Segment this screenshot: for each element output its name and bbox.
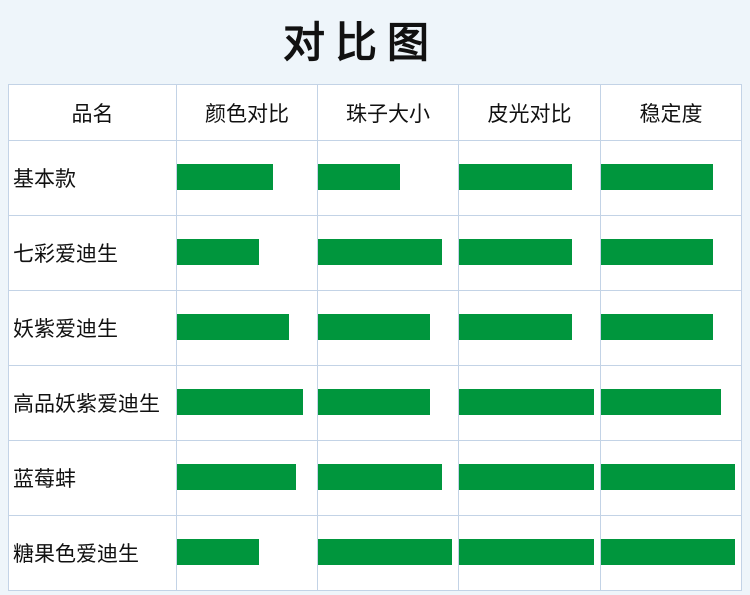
score-bar bbox=[318, 539, 452, 565]
column-header-stability: 稳定度 bbox=[600, 84, 742, 141]
row-label: 蓝莓蚌 bbox=[8, 440, 177, 516]
table-row: 高品妖紫爱迪生 bbox=[8, 365, 742, 441]
score-cell bbox=[176, 215, 318, 291]
column-header-color-contrast: 颜色对比 bbox=[176, 84, 318, 141]
score-cell bbox=[458, 365, 601, 441]
score-bar bbox=[601, 314, 713, 340]
column-header-luster-contrast: 皮光对比 bbox=[458, 84, 601, 141]
score-bar bbox=[177, 539, 259, 565]
score-bar bbox=[601, 539, 735, 565]
score-cell bbox=[176, 140, 318, 216]
table-row: 基本款 bbox=[8, 140, 742, 216]
score-cell bbox=[458, 290, 601, 366]
header-row: 品名 颜色对比 珠子大小 皮光对比 稳定度 bbox=[8, 84, 742, 141]
score-cell bbox=[600, 365, 742, 441]
score-bar bbox=[318, 164, 400, 190]
score-cell bbox=[458, 515, 601, 591]
score-bar bbox=[177, 389, 303, 415]
score-cell bbox=[458, 440, 601, 516]
score-cell bbox=[317, 365, 459, 441]
score-bar bbox=[318, 389, 430, 415]
score-bar bbox=[601, 389, 721, 415]
score-cell bbox=[317, 515, 459, 591]
comparison-chart: 对比图 品名 颜色对比 珠子大小 皮光对比 稳定度 基本款 七彩爱迪生 妖紫爱迪生高… bbox=[0, 0, 750, 595]
comparison-table: 品名 颜色对比 珠子大小 皮光对比 稳定度 基本款 七彩爱迪生 妖紫爱迪生 高品妖紫爱… bbox=[8, 84, 742, 591]
score-cell bbox=[600, 290, 742, 366]
row-label: 糖果色爱迪生 bbox=[8, 515, 177, 591]
table-row: 糖果色爱迪生 bbox=[8, 515, 742, 591]
score-cell bbox=[176, 515, 318, 591]
score-cell bbox=[600, 140, 742, 216]
score-bar bbox=[459, 314, 572, 340]
table-row: 七彩爱迪生 bbox=[8, 215, 742, 291]
score-cell bbox=[317, 215, 459, 291]
score-bar bbox=[601, 464, 735, 490]
score-cell bbox=[600, 515, 742, 591]
score-bar bbox=[459, 464, 594, 490]
score-cell bbox=[317, 290, 459, 366]
score-cell bbox=[600, 215, 742, 291]
score-bar bbox=[318, 464, 442, 490]
score-bar bbox=[318, 314, 430, 340]
row-label: 妖紫爱迪生 bbox=[8, 290, 177, 366]
score-cell bbox=[600, 440, 742, 516]
score-bar bbox=[318, 239, 442, 265]
score-bar bbox=[601, 239, 713, 265]
chart-title: 对比图 bbox=[282, 18, 439, 67]
row-label: 七彩爱迪生 bbox=[8, 215, 177, 291]
score-bar bbox=[177, 314, 289, 340]
table-row: 妖紫爱迪生 bbox=[8, 290, 742, 366]
row-label: 高品妖紫爱迪生 bbox=[8, 365, 177, 441]
score-cell bbox=[176, 290, 318, 366]
score-cell bbox=[458, 215, 601, 291]
column-header-product-name: 品名 bbox=[8, 84, 177, 141]
score-bar bbox=[177, 239, 259, 265]
score-bar bbox=[601, 164, 713, 190]
score-bar bbox=[459, 389, 594, 415]
row-label: 基本款 bbox=[8, 140, 177, 216]
column-header-bead-size: 珠子大小 bbox=[317, 84, 459, 141]
score-cell bbox=[317, 440, 459, 516]
score-bar bbox=[177, 464, 296, 490]
score-bar bbox=[459, 539, 594, 565]
score-bar bbox=[459, 164, 572, 190]
score-cell bbox=[176, 440, 318, 516]
score-cell bbox=[458, 140, 601, 216]
score-bar bbox=[459, 239, 572, 265]
table-row: 蓝莓蚌 bbox=[8, 440, 742, 516]
score-cell bbox=[317, 140, 459, 216]
score-bar bbox=[177, 164, 273, 190]
score-cell bbox=[176, 365, 318, 441]
